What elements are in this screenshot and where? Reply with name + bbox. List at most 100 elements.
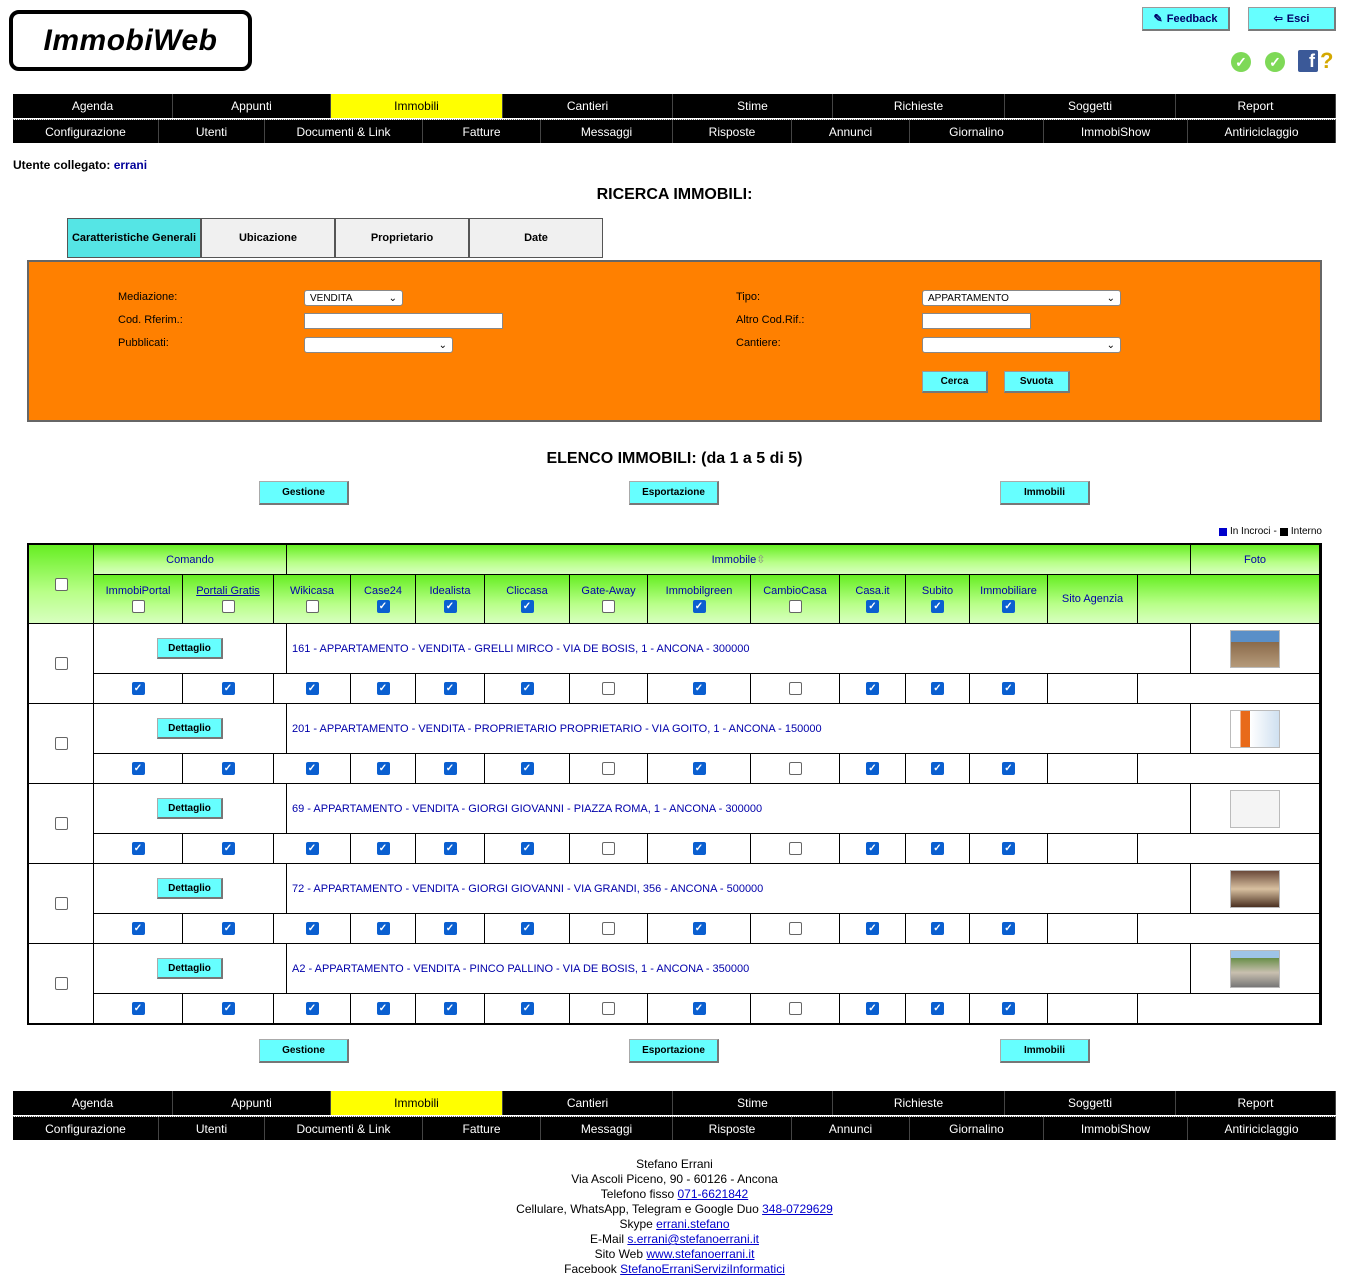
portal-checkbox[interactable] (788, 762, 802, 775)
portal-checkbox[interactable]: ✓ (692, 1002, 706, 1015)
portal-select-all-checkbox[interactable]: ✓ (376, 600, 390, 613)
row-description[interactable]: 161 - APPARTAMENTO - VENDITA - GRELLI MI… (287, 624, 1191, 674)
pubblicati-select[interactable]: ⌄ (304, 337, 453, 353)
portal-checkbox[interactable]: ✓ (692, 842, 706, 855)
portal-checkbox[interactable]: ✓ (1002, 922, 1015, 935)
portal-checkbox[interactable] (602, 922, 615, 935)
building-photo[interactable] (1230, 629, 1280, 668)
menu-item-agenda[interactable]: Agenda (13, 94, 173, 118)
tipo-select[interactable]: APPARTAMENTO ⌄ (922, 290, 1121, 306)
cantiere-select[interactable]: ⌄ (922, 337, 1121, 353)
sort-arrows-icon[interactable]: ⇳ (756, 553, 765, 566)
portal-checkbox[interactable]: ✓ (305, 842, 319, 855)
menu-item-fatture[interactable]: Fatture (423, 120, 541, 143)
menu-item-immobishow[interactable]: ImmobiShow (1044, 120, 1188, 143)
properties-button[interactable]: Immobili (1000, 481, 1090, 505)
row-description[interactable]: 72 - APPARTAMENTO - VENDITA - GIORGI GIO… (287, 864, 1191, 914)
manage-button[interactable]: Gestione (259, 481, 349, 505)
row-description[interactable]: 201 - APPARTAMENTO - VENDITA - PROPRIETA… (287, 704, 1191, 754)
altrocod-input[interactable] (922, 313, 1031, 329)
menu-item-report[interactable]: Report (1176, 1091, 1336, 1115)
portal-checkbox[interactable]: ✓ (866, 1002, 879, 1015)
feedback-button[interactable]: ✎ Feedback (1142, 7, 1230, 31)
portal-checkbox[interactable]: ✓ (931, 922, 944, 935)
help-icon[interactable]: ? (1320, 48, 1333, 74)
select-all-checkbox[interactable] (54, 577, 68, 591)
facebook-icon[interactable]: f (1298, 50, 1318, 72)
portal-checkbox[interactable]: ✓ (376, 762, 390, 775)
tab-caratteristiche[interactable]: Caratteristiche Generali (67, 218, 201, 258)
detail-button[interactable]: Dettaglio (157, 718, 223, 739)
flyer-photo[interactable] (1230, 709, 1280, 748)
export-button[interactable]: Esportazione (629, 481, 719, 505)
portal-checkbox[interactable]: ✓ (520, 1002, 534, 1015)
portal-checkbox[interactable]: ✓ (305, 1002, 319, 1015)
properties-button-bottom[interactable]: Immobili (1000, 1039, 1090, 1063)
manage-button-bottom[interactable]: Gestione (259, 1039, 349, 1063)
portal-select-all-checkbox[interactable]: ✓ (443, 600, 457, 613)
row-select-checkbox[interactable] (54, 817, 68, 830)
portal-checkbox[interactable]: ✓ (520, 922, 534, 935)
codrif-input[interactable] (304, 313, 503, 329)
menu-item-giornalino[interactable]: Giornalino (910, 1117, 1044, 1140)
menu-item-annunci[interactable]: Annunci (792, 120, 910, 143)
tab-proprietario[interactable]: Proprietario (335, 218, 469, 258)
menu-item-soggetti[interactable]: Soggetti (1005, 94, 1176, 118)
portal-select-all-checkbox[interactable]: ✓ (931, 600, 944, 613)
menu-item-immobishow[interactable]: ImmobiShow (1044, 1117, 1188, 1140)
portal-checkbox[interactable] (602, 762, 615, 775)
floorplan-photo[interactable] (1230, 789, 1280, 828)
detail-button[interactable]: Dettaglio (157, 958, 223, 979)
portal-checkbox[interactable]: ✓ (305, 922, 319, 935)
footer-skype-link[interactable]: errani.stefano (656, 1217, 729, 1231)
portal-checkbox[interactable]: ✓ (443, 842, 457, 855)
menu-item-messaggi[interactable]: Messaggi (541, 1117, 673, 1140)
portal-checkbox[interactable]: ✓ (131, 762, 145, 775)
portal-checkbox[interactable]: ✓ (221, 1002, 235, 1015)
portal-checkbox[interactable]: ✓ (1002, 842, 1015, 855)
menu-item-antiriciclaggio[interactable]: Antiriciclaggio (1188, 120, 1336, 143)
portal-select-all-checkbox[interactable]: ✓ (692, 600, 706, 613)
exit-button[interactable]: ⇦ Esci (1248, 7, 1336, 31)
menu-item-fatture[interactable]: Fatture (423, 1117, 541, 1140)
portal-checkbox[interactable]: ✓ (221, 842, 235, 855)
portal-checkbox[interactable]: ✓ (931, 1002, 944, 1015)
portal-checkbox[interactable]: ✓ (443, 1002, 457, 1015)
portal-checkbox[interactable]: ✓ (866, 922, 879, 935)
portal-checkbox[interactable]: ✓ (305, 762, 319, 775)
row-select-checkbox[interactable] (54, 897, 68, 910)
footer-email-link[interactable]: s.errani@stefanoerrani.it (627, 1232, 759, 1246)
portal-checkbox[interactable] (602, 682, 615, 695)
portal-checkbox[interactable] (602, 842, 615, 855)
menu-item-soggetti[interactable]: Soggetti (1005, 1091, 1176, 1115)
portal-select-all-checkbox[interactable] (131, 600, 145, 613)
menu-item-richieste[interactable]: Richieste (833, 94, 1005, 118)
menu-item-cantieri[interactable]: Cantieri (503, 94, 673, 118)
portal-checkbox[interactable]: ✓ (520, 762, 534, 775)
portal-checkbox[interactable]: ✓ (376, 922, 390, 935)
row-select-checkbox[interactable] (54, 977, 68, 990)
menu-item-immobili[interactable]: Immobili (331, 1091, 503, 1115)
row-select-checkbox[interactable] (54, 657, 68, 670)
menu-item-configurazione[interactable]: Configurazione (13, 1117, 159, 1140)
menu-item-configurazione[interactable]: Configurazione (13, 120, 159, 143)
row-description[interactable]: A2 - APPARTAMENTO - VENDITA - PINCO PALL… (287, 944, 1191, 994)
portal-select-all-checkbox[interactable]: ✓ (1002, 600, 1015, 613)
portal-name[interactable]: Portali Gratis (196, 585, 260, 597)
menu-item-documenti[interactable]: Documenti & Link (265, 1117, 423, 1140)
footer-web-link[interactable]: www.stefanoerrani.it (646, 1247, 754, 1261)
menu-item-documenti[interactable]: Documenti & Link (265, 120, 423, 143)
portal-select-all-checkbox[interactable] (221, 600, 235, 613)
menu-item-annunci[interactable]: Annunci (792, 1117, 910, 1140)
portal-checkbox[interactable]: ✓ (520, 842, 534, 855)
detail-button[interactable]: Dettaglio (157, 798, 223, 819)
menu-item-utenti[interactable]: Utenti (159, 120, 265, 143)
row-select-checkbox[interactable] (54, 737, 68, 750)
portal-checkbox[interactable]: ✓ (692, 922, 706, 935)
menu-item-messaggi[interactable]: Messaggi (541, 120, 673, 143)
portal-checkbox[interactable]: ✓ (376, 682, 390, 695)
search-button[interactable]: Cerca (922, 371, 988, 393)
menu-item-risposte[interactable]: Risposte (673, 120, 792, 143)
mediazione-select[interactable]: VENDITA ⌄ (304, 290, 403, 306)
detail-button[interactable]: Dettaglio (157, 878, 223, 899)
